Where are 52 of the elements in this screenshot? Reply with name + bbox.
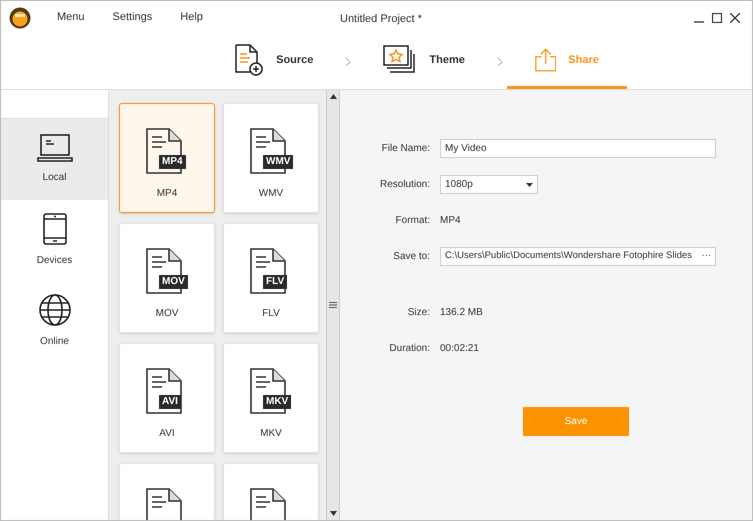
document-icon — [250, 368, 286, 414]
format-card[interactable]: AVI AVI — [119, 343, 215, 453]
file-name-field[interactable]: My Video — [440, 139, 716, 158]
globe-icon — [38, 294, 70, 326]
field-value: 136.2 MB — [440, 306, 483, 320]
field-label: Size: — [406, 306, 431, 320]
dropdown-arrow-icon — [526, 182, 533, 186]
maximize-icon[interactable] — [712, 12, 722, 22]
format-card[interactable]: FLV FLV — [223, 223, 319, 333]
format-badge: FLV — [263, 275, 288, 289]
close-icon[interactable] — [730, 12, 740, 22]
save-path-field[interactable]: C:\Users\Public\Documents\Wondershare Fotophire Slides ··· — [440, 247, 716, 266]
format-badge: AVI — [159, 395, 181, 409]
field-label: Duration: — [388, 342, 431, 356]
menu-item[interactable]: Settings — [102, 9, 162, 26]
format-card[interactable]: MOV MOV — [119, 223, 215, 333]
chevron-right-icon — [345, 56, 352, 66]
browse-button[interactable]: ··· — [702, 249, 711, 264]
format-card[interactable]: WMV WMV — [223, 103, 319, 213]
stacked-star-frames-icon — [383, 45, 418, 75]
menu-item[interactable]: Help — [170, 9, 213, 26]
step-tab[interactable]: Theme — [355, 34, 493, 89]
format-badge: MOV — [159, 275, 188, 289]
share-icon — [534, 46, 556, 74]
laptop-icon — [36, 134, 72, 162]
field-label: Resolution: — [378, 178, 431, 192]
scroll-up-arrow-icon[interactable] — [330, 94, 336, 99]
window-title: Untitled Project * — [340, 12, 422, 27]
format-badge: MKV — [263, 395, 292, 409]
phone-icon — [42, 213, 66, 245]
scrollbar[interactable] — [326, 90, 340, 520]
document-icon — [250, 248, 286, 294]
scroll-down-arrow-icon[interactable] — [330, 511, 336, 516]
format-card[interactable]: MKV MKV — [223, 343, 319, 453]
app-logo-icon — [9, 6, 31, 28]
resolution-dropdown[interactable]: 1080p — [440, 175, 538, 194]
chevron-right-icon — [496, 56, 503, 66]
field-label: Format: — [394, 214, 431, 228]
field-label: File Name: — [380, 142, 431, 156]
format-badge: MP4 — [159, 155, 186, 169]
sidebar-item[interactable]: Local — [1, 119, 108, 200]
field-value: 00:02:21 — [440, 342, 479, 356]
menu-item[interactable]: Menu — [47, 9, 95, 26]
format-badge: WMV — [263, 155, 294, 169]
step-tab[interactable]: Source — [206, 34, 342, 89]
document-icon — [146, 368, 182, 414]
scroll-grip-icon[interactable] — [329, 302, 337, 308]
field-label: Save to: — [392, 250, 431, 264]
document-add-icon — [234, 44, 264, 76]
format-card[interactable]: MP4 MP4 — [119, 103, 215, 213]
field-value: MP4 — [440, 214, 461, 228]
document-icon — [146, 128, 182, 174]
